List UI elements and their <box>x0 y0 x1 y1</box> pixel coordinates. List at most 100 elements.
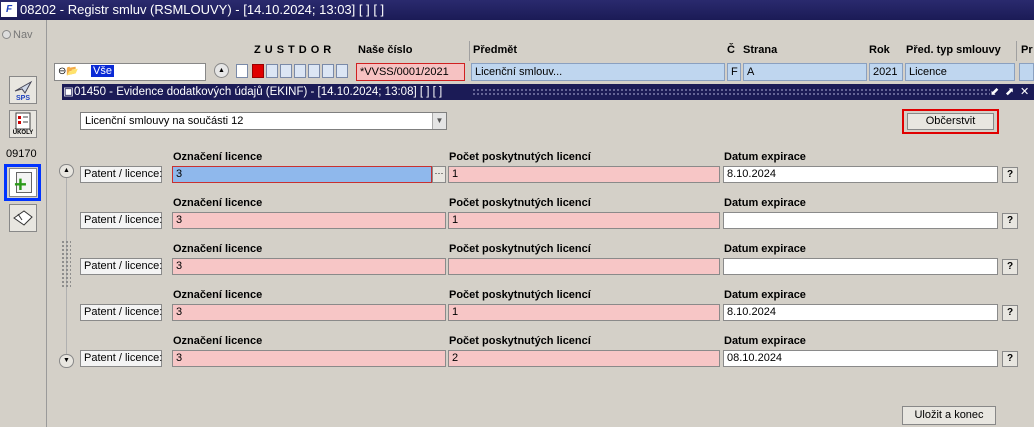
refresh-button[interactable]: Občerstvit <box>907 113 994 130</box>
help-button[interactable]: ? <box>1002 305 1018 321</box>
main-window-titlebar: F 08202 - Registr smluv (RSMLOUVY) - [14… <box>0 0 1034 20</box>
cell-typ[interactable]: Licence <box>905 63 1015 81</box>
pocet-header: Počet poskytnutých licencí <box>449 335 591 347</box>
record-row: Označení licence Počet poskytnutých lice… <box>62 148 1034 194</box>
oznaceni-header: Označení licence <box>173 289 263 301</box>
pocet-header: Počet poskytnutých licencí <box>449 243 591 255</box>
pocet-field[interactable]: 1 <box>448 212 720 229</box>
nav-radio[interactable]: Nav <box>2 29 33 41</box>
col-c[interactable]: Č <box>727 44 735 56</box>
minimize-icon[interactable]: ⬋ <box>990 84 999 100</box>
cell-c[interactable]: F <box>727 63 741 81</box>
oznaceni-field[interactable]: 3 <box>172 166 432 183</box>
datum-header: Datum expirace <box>724 197 806 209</box>
pocet-field[interactable]: 1 <box>448 166 720 183</box>
col-divider <box>469 41 470 61</box>
oznaceni-field[interactable]: 3 <box>172 350 446 367</box>
record-row: Označení licence Počet poskytnutých lice… <box>62 194 1034 240</box>
flag-cell <box>308 64 320 78</box>
cell-nase-cislo[interactable]: *VVSS/0001/2021 <box>356 63 465 81</box>
pocet-field[interactable] <box>448 258 720 275</box>
datum-field[interactable]: 08.10.2024 <box>723 350 998 367</box>
datum-header: Datum expirace <box>724 289 806 301</box>
hand-button[interactable] <box>9 204 37 232</box>
window-app-icon: ▣ <box>63 86 74 98</box>
cell-pr[interactable] <box>1019 63 1034 81</box>
left-panel-divider <box>46 20 47 427</box>
cell-predmet[interactable]: Licenční smlouv... <box>471 63 725 81</box>
datum-field[interactable] <box>723 258 998 275</box>
flags-header: ZUSTDOR <box>254 44 336 56</box>
help-button[interactable]: ? <box>1002 167 1018 183</box>
tree-view[interactable]: ⊖📂 Vše <box>54 63 206 81</box>
patent-label: Patent / licence: <box>80 350 162 367</box>
nav-label: Nav <box>13 29 33 41</box>
patent-label: Patent / licence: <box>80 258 162 275</box>
oznaceni-header: Označení licence <box>173 197 263 209</box>
col-nase-cislo[interactable]: Naše číslo <box>358 44 412 56</box>
datum-header: Datum expirace <box>724 335 806 347</box>
oznaceni-header: Označení licence <box>173 151 263 163</box>
record-row: Označení licence Počet poskytnutých lice… <box>62 240 1034 286</box>
patent-label: Patent / licence: <box>80 304 162 321</box>
col-strana[interactable]: Strana <box>743 44 777 56</box>
maximize-icon[interactable]: ⬈ <box>1005 84 1014 100</box>
help-button[interactable]: ? <box>1002 259 1018 275</box>
oznaceni-field[interactable]: 3 <box>172 212 446 229</box>
ellipsis-button[interactable]: ··· <box>432 166 446 183</box>
app-logo: F <box>1 2 17 17</box>
sps-button[interactable]: SPS <box>9 76 37 104</box>
main-window-title: 08202 - Registr smluv (RSMLOUVY) - [14.1… <box>20 2 385 17</box>
col-typ[interactable]: Před. typ smlouvy <box>906 44 1001 56</box>
module-code: 09170 <box>6 148 37 160</box>
hand-icon <box>13 210 33 226</box>
oznaceni-header: Označení licence <box>173 243 263 255</box>
record-row: Označení licence Počet poskytnutých lice… <box>62 286 1034 332</box>
record-row: Označení licence Počet poskytnutých lice… <box>62 332 1034 378</box>
oznaceni-header: Označení licence <box>173 335 263 347</box>
ekinf-window: ▣ 01450 - Evidence dodatkových údajů (EK… <box>59 84 1034 427</box>
sps-label: SPS <box>15 95 30 102</box>
datum-field[interactable]: 8.10.2024 <box>723 166 998 183</box>
col-pr[interactable]: Pr <box>1021 44 1033 56</box>
radio-icon <box>2 30 11 39</box>
oznaceni-field[interactable]: 3 <box>172 304 446 321</box>
datum-field[interactable]: 8.10.2024 <box>723 304 998 321</box>
tasks-icon <box>15 112 31 130</box>
titlebar-grip <box>472 88 990 96</box>
ukoly-label: ÚKOLY <box>12 130 34 136</box>
grid-scroll-up-button[interactable]: ▲ <box>214 63 229 78</box>
row-checkbox[interactable] <box>236 64 248 78</box>
tree-item-vse[interactable]: Vše <box>91 65 114 77</box>
cell-rok[interactable]: 2021 <box>869 63 903 81</box>
contract-type-select[interactable]: Licenční smlouvy na součásti 12 ▼ <box>80 112 447 130</box>
patent-label: Patent / licence: <box>80 166 162 183</box>
flag-cell <box>322 64 334 78</box>
status-flag-red <box>252 64 264 78</box>
col-predmet[interactable]: Předmět <box>473 44 517 56</box>
add-document-button[interactable]: + <box>9 168 37 197</box>
cell-strana[interactable]: A <box>743 63 867 81</box>
help-button[interactable]: ? <box>1002 213 1018 229</box>
col-divider <box>1016 41 1017 61</box>
help-button[interactable]: ? <box>1002 351 1018 367</box>
pocet-field[interactable]: 1 <box>448 304 720 321</box>
datum-header: Datum expirace <box>724 243 806 255</box>
flag-cell <box>336 64 348 78</box>
flag-cell <box>266 64 278 78</box>
chevron-down-icon[interactable]: ▼ <box>432 113 446 129</box>
oznaceni-field[interactable]: 3 <box>172 258 446 275</box>
pocet-field[interactable]: 2 <box>448 350 720 367</box>
flag-cell <box>280 64 292 78</box>
ekinf-titlebar: ▣ 01450 - Evidence dodatkových údajů (EK… <box>62 84 1034 100</box>
contract-type-value: Licenční smlouvy na součásti 12 <box>85 115 244 127</box>
save-and-close-button[interactable]: Uložit a konec <box>902 406 996 425</box>
folder-icon: ⊖📂 <box>58 66 79 77</box>
close-icon[interactable]: ✕ <box>1020 84 1029 100</box>
flag-cell <box>294 64 306 78</box>
datum-field[interactable] <box>723 212 998 229</box>
datum-header: Datum expirace <box>724 151 806 163</box>
col-rok[interactable]: Rok <box>869 44 890 56</box>
ukoly-button[interactable]: ÚKOLY <box>9 110 37 138</box>
left-toolbar: SPS ÚKOLY 09170 + <box>0 72 44 427</box>
